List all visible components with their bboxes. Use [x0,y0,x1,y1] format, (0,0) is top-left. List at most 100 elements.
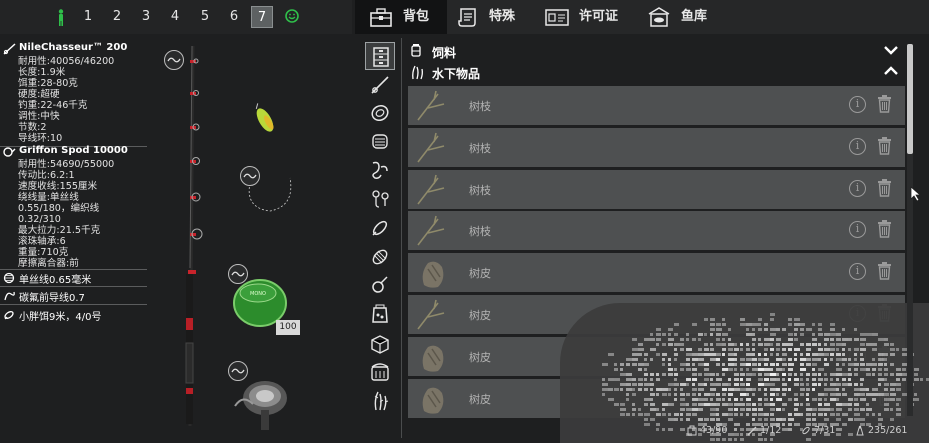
rod-action: 调性:中快 [18,111,60,122]
line-icon[interactable] [365,127,395,155]
chevron-down-icon [884,46,898,55]
tab-license[interactable]: 许可证 [545,0,643,34]
info-icon[interactable]: i [849,263,866,281]
item-name: 树枝 [469,141,491,155]
reel-slot-icon[interactable] [228,361,248,381]
branch-icon [417,132,445,163]
group-underwater-label: 水下物品 [432,67,481,81]
info-icon[interactable]: i [849,221,866,239]
float-icon[interactable] [365,185,395,213]
bait-bag-icon[interactable] [365,300,395,328]
leader-item[interactable]: 碳氟前导线0.7 [3,289,85,304]
info-icon[interactable]: i [849,179,866,197]
happy-face-icon[interactable] [281,6,303,28]
rod-line-weight: 钓重:22-46千克 [18,100,88,111]
reel-line-capacity-2: 0.55/180，编织线 [18,203,100,214]
angler-icon[interactable] [50,6,72,28]
divider [0,286,147,287]
feeder-icon[interactable] [365,243,395,271]
lure-icon [802,426,810,435]
trash-icon[interactable] [877,220,892,239]
bark-icon [422,387,444,414]
plant-icon [412,65,423,80]
license-icon [545,9,569,26]
line-spool-icon [3,272,15,284]
reel-line-capacity-3: 0.32/310 [18,214,61,225]
fish-storage-icon [648,7,670,27]
list-item[interactable]: 树枝 i [408,86,905,125]
list-item[interactable]: 树枝 i [408,211,905,251]
rod-durability: 耐用性:40056/46200 [18,56,115,67]
rod-lure-weight: 饵重:28-80克 [18,78,78,89]
scroll-icon [458,8,476,27]
keepnet-icon[interactable] [365,358,395,386]
rod-name-title[interactable]: NileChasseur™ 200 [3,42,128,55]
rod-slot-6[interactable]: 6 [223,6,245,28]
scrollbar-thumb[interactable] [907,44,913,154]
trash-icon[interactable] [877,262,892,280]
trash-icon[interactable] [877,136,892,155]
group-feed[interactable]: 饲料 [404,41,904,61]
reel-clutch: 摩擦离合器:前 [18,258,79,269]
bait-label: 小胖饵9米，4/0号 [19,312,102,323]
line-item[interactable]: 单丝线0.65毫米 [3,271,91,286]
rod-slot-bar: 1 2 3 4 5 6 7 [0,0,352,34]
rod-name: NileChasseur™ 200 [19,42,128,53]
plant-icon[interactable] [365,387,395,415]
item-name: 树枝 [469,225,491,239]
trash-icon[interactable] [877,95,892,113]
trash-icon[interactable] [877,178,892,197]
reel-icon[interactable] [365,99,395,127]
leader-label: 碳氟前导线0.7 [19,293,85,304]
reel-name-title[interactable]: Griffon Spod 10000 [3,145,128,157]
inventory-tabs: 背包 特殊 许可证 鱼库 [355,0,929,34]
bobber-icon[interactable] [365,271,395,299]
rod-length: 长度:1.9米 [18,67,66,78]
rod-illustration[interactable]: MONO [150,38,348,443]
drawer-icon[interactable] [365,42,395,70]
tab-fish-storage[interactable]: 鱼库 [647,0,737,34]
branch-icon [417,216,445,246]
rod-icon[interactable] [365,71,395,99]
reel-bearings: 滚珠轴承:6 [18,236,66,247]
tab-backpack[interactable]: 背包 [355,0,447,34]
branch-icon [417,174,445,205]
bait-item[interactable]: 小胖饵9米，4/0号 [3,308,101,323]
hook-icon[interactable] [365,156,395,184]
rod-tip-slot-icon[interactable] [164,50,184,70]
branch-icon [417,299,445,330]
lure-icon[interactable] [365,214,395,242]
tab-special[interactable]: 特殊 [453,0,537,34]
box-icon[interactable] [365,329,395,357]
group-underwater[interactable]: 水下物品 [404,62,904,82]
line-label: 单丝线0.65毫米 [19,275,92,286]
rod-icon [747,426,757,436]
lure-icon [4,311,14,320]
bark-icon [422,345,444,372]
rod-slot-1[interactable]: 1 [77,6,99,28]
rod-slot-5[interactable]: 5 [194,6,216,28]
reel-max-drag: 最大拉力:21.5千克 [18,225,101,236]
leader-icon [4,291,15,301]
rod-guides: 导线环:10 [18,133,63,144]
inventory-counters: 43/90 1/12 7/31 235/261 [600,420,929,443]
mouse-cursor-icon [910,186,922,202]
list-item[interactable]: 树枝 i [408,169,905,209]
list-item[interactable]: 树皮 i [408,253,905,293]
rod-slot-3[interactable]: 3 [135,6,157,28]
spool-count-badge: 100 [276,320,300,335]
info-icon[interactable]: i [849,137,866,155]
rod-slot-4[interactable]: 4 [164,6,186,28]
item-name: 树枝 [469,100,491,113]
branch-icon [417,90,445,121]
reel-weight: 重量:710克 [18,247,69,258]
info-icon[interactable]: i [849,96,866,113]
reel-gear-ratio: 传动比:6.2:1 [18,170,75,181]
rod-slot-7[interactable]: 7 [251,6,273,28]
svg-text:MONO: MONO [250,291,266,297]
line-slot-icon[interactable] [228,264,248,284]
list-item[interactable]: 树枝 i [408,127,905,167]
leader-slot-icon[interactable] [240,166,260,186]
rod-slot-2[interactable]: 2 [106,6,128,28]
reel-line-capacity: 绕线量:单丝线 [18,192,79,203]
